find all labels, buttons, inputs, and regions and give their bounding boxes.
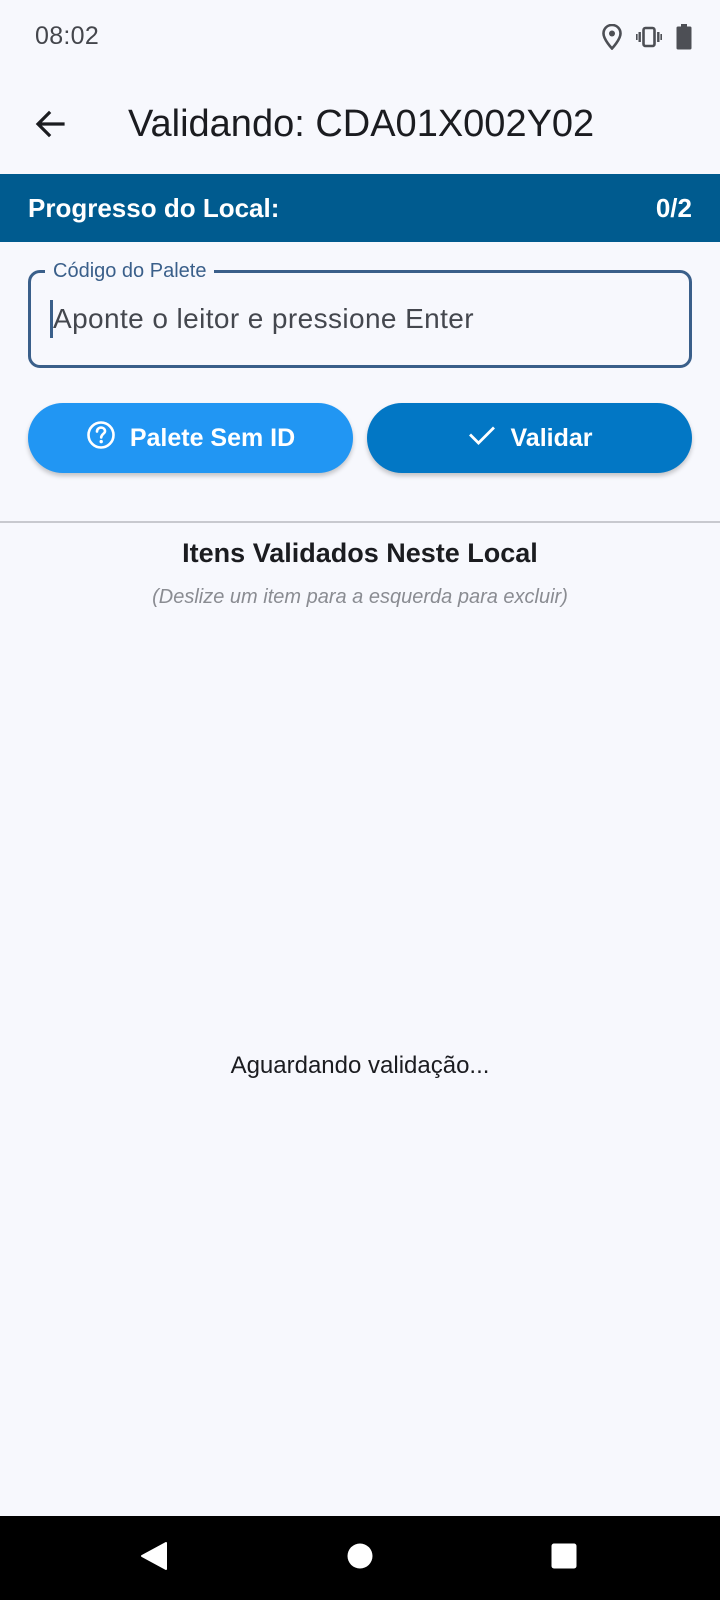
pallet-code-field[interactable]: Código do Palete [28, 257, 692, 368]
nav-home-button[interactable] [332, 1530, 388, 1586]
validated-section-title: Itens Validados Neste Local [182, 538, 538, 568]
validate-label: Validar [510, 423, 593, 452]
text-cursor [50, 300, 53, 338]
empty-state-text: Aguardando validação... [230, 1052, 490, 1079]
app-bar: Validando: CDA01X002Y02 [0, 78, 720, 174]
battery-icon [676, 24, 692, 50]
validate-button[interactable]: Validar [367, 403, 692, 473]
recents-square-icon [550, 1542, 578, 1575]
system-nav-bar [0, 1516, 720, 1600]
back-triangle-icon [140, 1541, 168, 1576]
progress-value: 0/2 [655, 192, 692, 223]
help-circle-icon [86, 420, 116, 457]
validated-section-hint: (Deslize um item para a esquerda para ex… [152, 586, 568, 608]
status-bar: 08:02 [0, 0, 720, 78]
back-button[interactable] [22, 98, 78, 154]
nav-recents-button[interactable] [536, 1530, 592, 1586]
page-title: Validando: CDA01X002Y02 [128, 103, 595, 145]
status-icons [602, 24, 692, 50]
vibrate-icon [636, 26, 662, 48]
arrow-left-icon [34, 108, 66, 145]
pallet-no-id-label: Palete Sem ID [129, 423, 296, 452]
progress-banner: Progresso do Local: 0/2 [0, 174, 720, 242]
progress-label: Progresso do Local: [28, 192, 280, 223]
divider [0, 521, 720, 523]
status-time: 08:02 [35, 22, 100, 50]
pallet-code-input[interactable] [49, 273, 673, 365]
location-icon [602, 24, 622, 50]
nav-back-button[interactable] [126, 1530, 182, 1586]
pallet-no-id-button[interactable]: Palete Sem ID [28, 403, 353, 473]
home-circle-icon [346, 1542, 374, 1575]
check-icon [467, 420, 497, 457]
